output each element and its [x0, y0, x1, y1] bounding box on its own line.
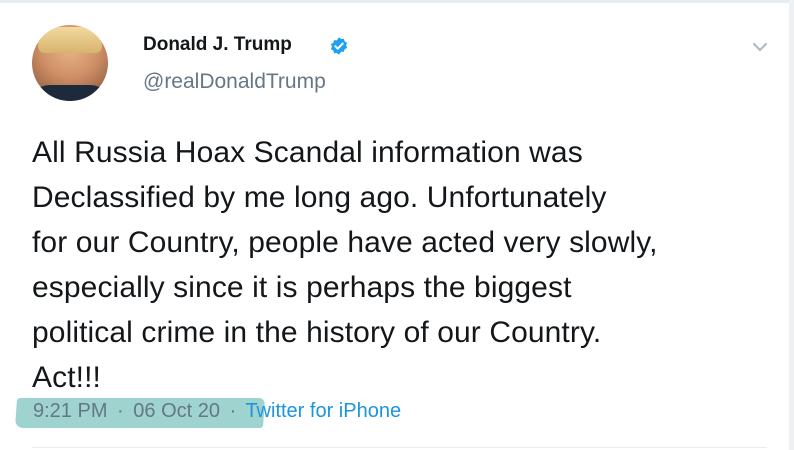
bottom-divider [32, 447, 767, 448]
author-handle[interactable]: @realDonaldTrump [143, 70, 326, 94]
author-name[interactable]: Donald J. Trump [143, 34, 292, 56]
right-edge-shadow [789, 0, 794, 450]
verified-badge-icon [330, 37, 348, 55]
tweet-text: All Russia Hoax Scandal information was … [32, 136, 658, 394]
chevron-down-icon[interactable] [750, 40, 770, 54]
meta-separator: · [117, 400, 124, 422]
avatar-hair [38, 27, 102, 53]
tweet-time[interactable]: 9:21 PM [33, 400, 107, 422]
tweet-metadata: 9:21 PM · 06 Oct 20 · Twitter for iPhone [33, 400, 401, 423]
tweet-date[interactable]: 06 Oct 20 [133, 400, 220, 422]
avatar[interactable] [32, 25, 108, 101]
meta-separator: · [229, 400, 237, 422]
top-divider [0, 0, 794, 3]
tweet-source-link[interactable]: Twitter for iPhone [245, 400, 401, 422]
avatar-suit [32, 85, 108, 101]
